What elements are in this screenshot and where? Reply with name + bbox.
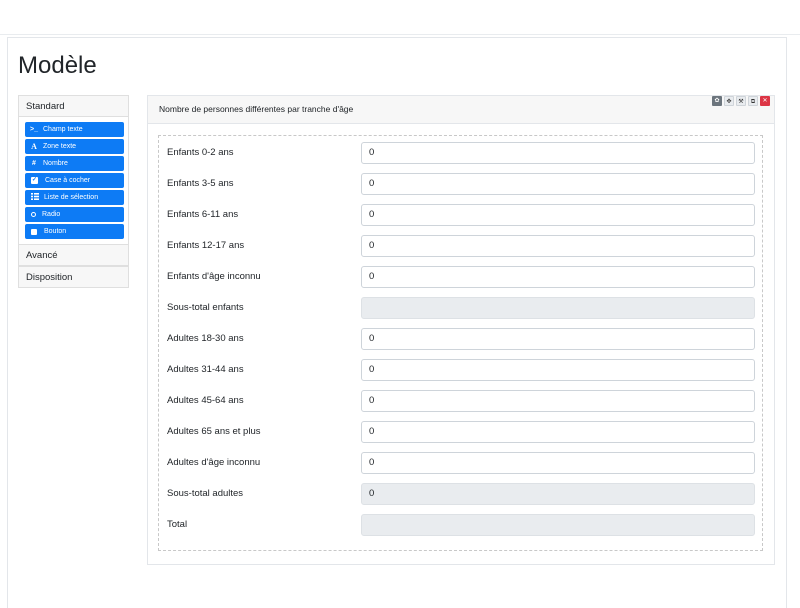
form-row: Sous-total enfants: [159, 297, 762, 319]
field-label: Total: [167, 519, 188, 530]
copy-icon[interactable]: ⧉: [748, 96, 758, 106]
field-input[interactable]: 0: [361, 142, 755, 164]
field-label: Enfants 12-17 ans: [167, 240, 245, 251]
panel-toolbar: ✿ ✥ ⚒ ⧉ ✕: [712, 96, 770, 106]
form-area: Enfants 0-2 ans 0 Enfants 3-5 ans 0 Enfa…: [158, 135, 763, 551]
field-label: Enfants d'âge inconnu: [167, 271, 261, 282]
tool-case-a-cocher[interactable]: ✓ Case à cocher: [25, 173, 124, 188]
field-label: Enfants 6-11 ans: [167, 209, 239, 220]
field-input[interactable]: 0: [361, 204, 755, 226]
tool-label: Radio: [42, 211, 61, 218]
hash-icon: #: [32, 160, 36, 167]
field-label: Adultes 31-44 ans: [167, 364, 244, 375]
tool-radio[interactable]: Radio: [25, 207, 124, 222]
field-label: Adultes 45-64 ans: [167, 395, 244, 406]
field-label: Enfants 3-5 ans: [167, 178, 234, 189]
form-row: Enfants 12-17 ans 0: [159, 235, 762, 257]
form-row: Adultes d'âge inconnu 0: [159, 452, 762, 474]
form-row: Enfants 6-11 ans 0: [159, 204, 762, 226]
tool-label: Champ texte: [43, 126, 83, 133]
form-row: Adultes 18-30 ans 0: [159, 328, 762, 350]
radio-icon: [31, 212, 36, 217]
tool-label: Case à cocher: [45, 177, 91, 184]
top-bar: [0, 0, 800, 35]
readonly-field: [361, 297, 755, 319]
stop-icon: [31, 228, 37, 235]
tool-label: Nombre: [43, 160, 68, 167]
form-row: Enfants 0-2 ans 0: [159, 142, 762, 164]
form-panel: Nombre de personnes différentes par tran…: [147, 95, 775, 565]
field-input[interactable]: 0: [361, 266, 755, 288]
field-input[interactable]: 0: [361, 235, 755, 257]
tool-label: Liste de sélection: [44, 194, 99, 201]
form-row: Adultes 31-44 ans 0: [159, 359, 762, 381]
standard-tools: >_ Champ texte A Zone texte # Nombre ✓ C…: [18, 117, 129, 244]
wrench-icon[interactable]: ⚒: [736, 96, 746, 106]
field-input[interactable]: 0: [361, 359, 755, 381]
field-input[interactable]: 0: [361, 421, 755, 443]
gear-icon[interactable]: ✿: [712, 96, 722, 106]
form-row: Adultes 65 ans et plus 0: [159, 421, 762, 443]
section-standard[interactable]: Standard: [18, 95, 129, 117]
field-input[interactable]: 0: [361, 452, 755, 474]
readonly-field: [361, 514, 755, 536]
field-label: Adultes 18-30 ans: [167, 333, 244, 344]
readonly-field: 0: [361, 483, 755, 505]
field-input[interactable]: 0: [361, 328, 755, 350]
field-input[interactable]: 0: [361, 390, 755, 412]
close-icon[interactable]: ✕: [760, 96, 770, 106]
field-label: Sous-total adultes: [167, 488, 244, 499]
checkbox-icon: ✓: [31, 177, 38, 184]
panel-title: Nombre de personnes différentes par tran…: [148, 96, 774, 124]
section-disposition[interactable]: Disposition: [18, 266, 129, 288]
sidebar: Standard >_ Champ texte A Zone texte # N…: [18, 95, 129, 288]
section-avance[interactable]: Avancé: [18, 244, 129, 266]
move-icon[interactable]: ✥: [724, 96, 734, 106]
form-row: Total: [159, 514, 762, 536]
tool-liste-de-selection[interactable]: Liste de sélection: [25, 190, 124, 205]
tool-champ-texte[interactable]: >_ Champ texte: [25, 122, 124, 137]
form-row: Adultes 45-64 ans 0: [159, 390, 762, 412]
tool-label: Bouton: [44, 228, 67, 235]
tool-zone-texte[interactable]: A Zone texte: [25, 139, 124, 154]
form-row: Enfants d'âge inconnu 0: [159, 266, 762, 288]
form-row: Enfants 3-5 ans 0: [159, 173, 762, 195]
tool-nombre[interactable]: # Nombre: [25, 156, 124, 171]
field-label: Enfants 0-2 ans: [167, 147, 234, 158]
tool-bouton[interactable]: Bouton: [25, 224, 124, 239]
tool-label: Zone texte: [43, 143, 77, 150]
terminal-icon: >_: [30, 126, 38, 133]
list-icon: [30, 193, 40, 202]
font-icon: A: [31, 142, 37, 151]
field-label: Sous-total enfants: [167, 302, 244, 313]
field-label: Adultes d'âge inconnu: [167, 457, 261, 468]
field-label: Adultes 65 ans et plus: [167, 426, 261, 437]
field-input[interactable]: 0: [361, 173, 755, 195]
form-row: Sous-total adultes 0: [159, 483, 762, 505]
page-title: Modèle: [18, 52, 97, 79]
